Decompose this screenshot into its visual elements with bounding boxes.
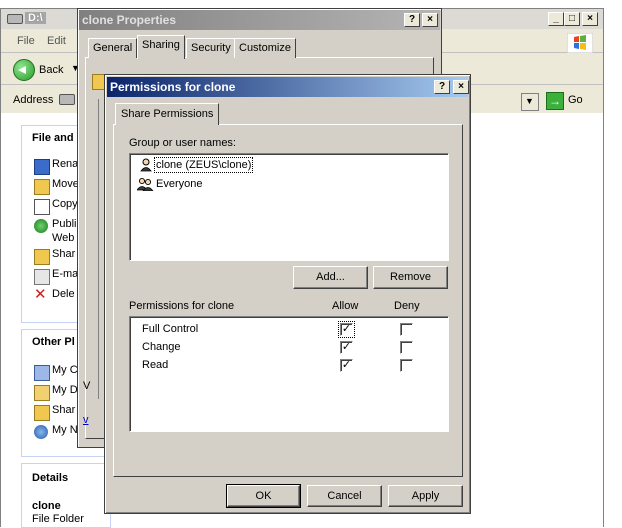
details-panel: Details clone File Folder [21, 463, 111, 528]
task-copy[interactable]: Copy [34, 198, 78, 215]
permissions-list: Full Control Change Read ✓ ✓ ✓ [129, 316, 449, 432]
tab-general[interactable]: General [88, 38, 138, 58]
windows-logo-icon [567, 33, 593, 53]
file-tasks-header[interactable]: File and [32, 132, 74, 144]
list-item-clone[interactable]: clone (ZEUS\clone) [132, 156, 446, 175]
task-email[interactable]: E-ma [34, 268, 78, 285]
maximize-button[interactable]: □ [564, 12, 580, 26]
change-deny-checkbox[interactable] [400, 341, 413, 354]
tab-sharing[interactable]: Sharing [137, 35, 185, 59]
permissions-dialog: Permissions for clone ? × Share Permissi… [104, 74, 471, 514]
properties-title: clone Properties [82, 13, 177, 27]
full-control-deny-checkbox[interactable] [400, 323, 413, 336]
details-type: File Folder [32, 513, 84, 525]
perm-name-change: Change [142, 341, 181, 353]
tab-security[interactable]: Security [186, 38, 236, 58]
apply-button[interactable]: Apply [388, 485, 463, 507]
move-folder-icon [34, 179, 50, 195]
deny-column-header: Deny [394, 300, 420, 312]
permissions-help-button[interactable]: ? [434, 80, 450, 94]
close-button[interactable]: × [582, 12, 598, 26]
email-icon [34, 269, 50, 285]
permissions-for-label: Permissions for clone [129, 300, 235, 312]
globe-icon [34, 219, 48, 233]
other-my-documents[interactable]: My D [34, 384, 78, 401]
group-users-icon [137, 177, 154, 191]
properties-partial-v: V [83, 380, 91, 392]
properties-help-button[interactable]: ? [404, 13, 420, 27]
task-delete[interactable]: ✕ Dele [34, 286, 75, 303]
permissions-title-bar[interactable]: Permissions for clone ? × [107, 77, 469, 97]
task-rename[interactable]: Rena [34, 158, 78, 175]
chevron-down-icon: ▼ [525, 96, 534, 106]
other-places-header[interactable]: Other Pl [32, 336, 75, 348]
read-allow-checkbox[interactable]: ✓ [340, 359, 353, 372]
permissions-title: Permissions for clone [110, 80, 236, 94]
back-arrow-icon[interactable] [13, 59, 35, 81]
menu-edit[interactable]: Edit [47, 35, 66, 47]
details-name: clone [32, 500, 61, 512]
page-right-strip [604, 0, 622, 527]
details-header[interactable]: Details [32, 472, 68, 484]
properties-partial-link[interactable]: v [83, 414, 89, 426]
task-share[interactable]: Shar [34, 248, 75, 265]
menu-file[interactable]: File [17, 35, 35, 47]
address-drive-icon [59, 94, 75, 105]
tab-share-permissions[interactable]: Share Permissions [115, 103, 220, 125]
delete-x-icon: ✕ [34, 286, 47, 303]
users-listbox[interactable]: clone (ZEUS\clone) Everyone [129, 153, 449, 261]
documents-icon [34, 385, 50, 401]
group-users-label: Group or user names: [129, 137, 236, 149]
copy-icon [34, 199, 50, 215]
rename-icon [34, 159, 50, 175]
user-icon [140, 158, 152, 172]
back-button-label[interactable]: Back [39, 64, 63, 76]
read-deny-checkbox[interactable] [400, 359, 413, 372]
network-icon [34, 425, 48, 439]
perm-name-full-control: Full Control [142, 323, 199, 335]
explorer-title: D:\ [25, 12, 46, 24]
add-button[interactable]: Add... [293, 266, 368, 289]
user-name-everyone: Everyone [156, 178, 203, 190]
shared-folder-icon [34, 405, 50, 421]
go-arrow-icon[interactable]: → [546, 92, 564, 110]
allow-column-header: Allow [332, 300, 359, 312]
other-my-network[interactable]: My N [34, 424, 78, 439]
cancel-button[interactable]: Cancel [307, 485, 382, 507]
minimize-button[interactable]: _ [548, 12, 564, 26]
remove-button[interactable]: Remove [373, 266, 448, 289]
list-item-everyone[interactable]: Everyone [132, 175, 446, 194]
task-publish-web[interactable]: Web [36, 232, 74, 244]
permissions-close-button[interactable]: × [453, 80, 469, 94]
tab-customize[interactable]: Customize [234, 38, 296, 58]
properties-close-button[interactable]: × [422, 13, 438, 27]
share-folder-icon [34, 249, 50, 265]
user-name-clone: clone (ZEUS\clone) [153, 157, 254, 173]
drive-icon [7, 14, 23, 24]
ok-button[interactable]: OK [226, 484, 301, 508]
go-button-label[interactable]: Go [568, 94, 583, 106]
address-dropdown-button[interactable]: ▼ [521, 93, 539, 111]
other-my-computer[interactable]: My C [34, 364, 78, 381]
computer-icon [34, 365, 50, 381]
perm-name-read: Read [142, 359, 169, 371]
change-allow-checkbox[interactable]: ✓ [340, 341, 353, 354]
full-control-allow-checkbox[interactable]: ✓ [338, 321, 355, 338]
task-publish[interactable]: Publi [34, 218, 76, 233]
properties-title-bar[interactable]: clone Properties ? × [79, 10, 440, 30]
address-label: Address [13, 94, 54, 106]
other-shared[interactable]: Shar [34, 404, 75, 421]
task-move[interactable]: Move [34, 178, 79, 195]
